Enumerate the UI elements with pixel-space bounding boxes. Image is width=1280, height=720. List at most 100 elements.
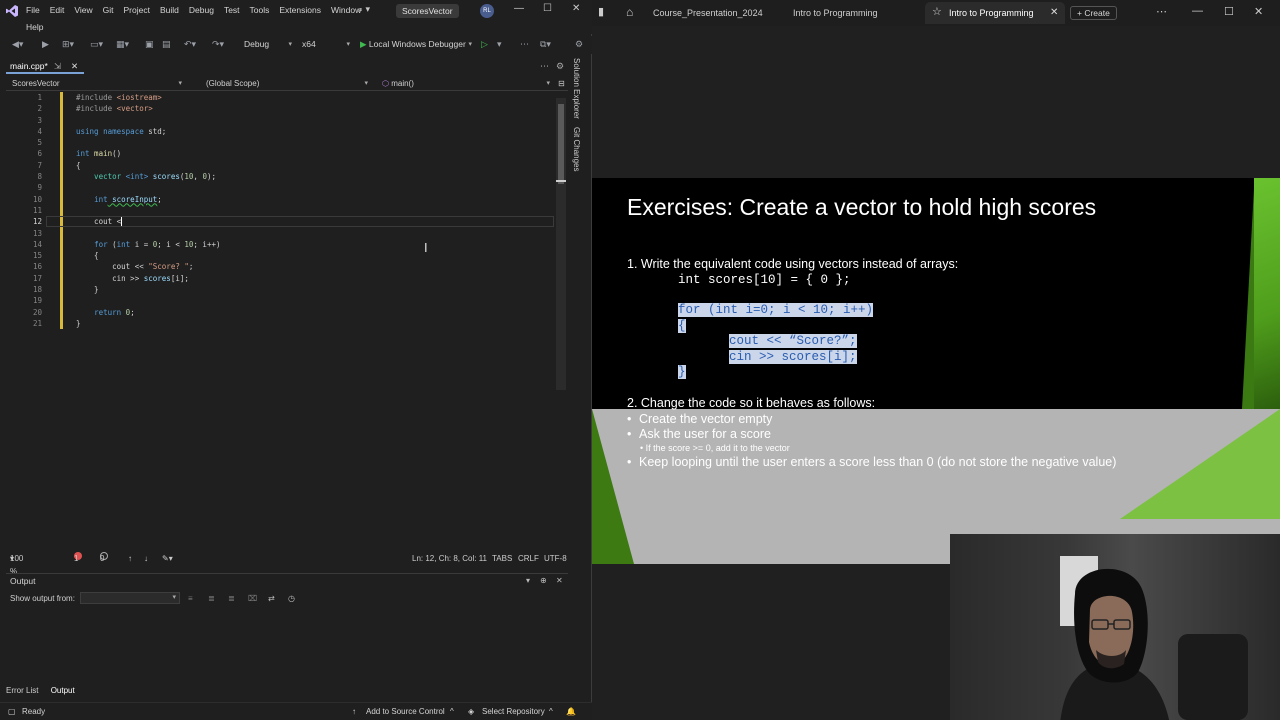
menu-window[interactable]: Window [331,5,361,15]
line-numbers: 1 2 3 4 5 6 7 8 9 10 11 12 13 14 15 16 1… [6,92,42,329]
menu-file[interactable]: File [26,5,40,15]
editor-scrollbar[interactable] [556,98,566,390]
menu-git[interactable]: Git [103,5,114,15]
line-endings[interactable]: CRLF [518,552,539,565]
scrollbar-thumb[interactable] [558,104,564,184]
chevron-down-icon: ▾ [178,80,182,87]
menu-debug[interactable]: Debug [189,5,214,15]
cursor-position[interactable]: Ln: 12, Ch: 8, Col: 11 [412,552,487,565]
selected-code-line[interactable]: { [678,319,686,333]
project-dropdown[interactable]: ScoresVector ▾ [6,78,186,91]
run-debugger-button[interactable]: ▶ Local Windows Debugger ▾ [356,38,474,51]
toolbar-overflow-icon[interactable]: ⋯ [520,39,529,50]
split-icon[interactable]: ⊟ [558,78,565,91]
home-icon[interactable]: ⌂ [626,5,633,19]
selected-code-line[interactable]: } [678,365,686,379]
member-dropdown[interactable]: ⬡ main() ▾ [382,78,554,91]
output-source-select[interactable]: ▾ [80,592,180,604]
selected-code-line[interactable]: for (int i=0; i < 10; i++) [678,303,874,317]
solution-explorer-tab[interactable]: Solution Explorer [572,58,581,119]
code-line: using namespace std; [76,126,167,136]
menu-tools[interactable]: Tools [250,5,270,15]
tab-output[interactable]: Output [51,686,75,695]
more-icon[interactable]: ⋯ [1156,5,1167,18]
menu-help[interactable]: Help [26,22,43,32]
output-panel: Output ▾ ⊕ ✕ Show output from: ▾ ≡ ≣ ≣ ⌧… [6,573,568,683]
back-icon[interactable]: ◀▾ [12,39,23,50]
menu-build[interactable]: Build [160,5,179,15]
redo-icon[interactable]: ↷▾ [212,39,224,50]
chevron-down-icon: ▾ [346,41,350,48]
pin-icon[interactable]: ⊕ [540,576,547,585]
menu-test[interactable]: Test [224,5,240,15]
chevron-down-icon[interactable]: ▾ [526,576,530,585]
minimize-icon[interactable]: — [1192,5,1203,17]
close-icon[interactable]: ✕ [572,3,580,14]
toolbar-more-icon[interactable]: ▾ [497,39,502,50]
close-icon[interactable]: ✕ [556,576,563,585]
visual-studio-window: File Edit View Git Project Build Debug T… [0,0,592,720]
indent-mode[interactable]: TABS [492,552,512,565]
selected-code-line[interactable]: cout << “Score?”; [729,334,857,348]
code-editor[interactable]: 1 2 3 4 5 6 7 8 9 10 11 12 13 14 15 16 1… [6,92,568,547]
next-message-icon[interactable]: ≣ [228,594,235,603]
sidebar-toggle-icon[interactable]: ▮ [598,5,604,18]
selected-code-line[interactable]: cin >> scores[i]; [729,350,857,364]
zoom-level[interactable]: 100 % ▾ [10,552,23,576]
avatar[interactable]: RL [480,4,494,18]
maximize-icon[interactable]: ☐ [1224,5,1234,18]
line-number: 7 [37,160,42,170]
save-icon[interactable]: ▣ [145,39,154,50]
word-wrap-icon[interactable]: ⇄ [268,594,275,603]
tab-main-cpp[interactable]: main.cpp* ⇲ ✕ [6,60,84,74]
git-changes-tab[interactable]: Git Changes [572,127,581,171]
close-icon[interactable]: ✕ [71,60,78,73]
forward-icon[interactable]: ▶ [42,39,49,50]
menu-extensions[interactable]: Extensions [279,5,321,15]
create-button[interactable]: + Create [1070,6,1117,20]
undo-icon[interactable]: ↶▾ [184,39,196,50]
tab-list-icon[interactable]: ⋯ [540,61,549,72]
browser-tab[interactable]: Intro to Programming [787,2,917,24]
minimize-icon[interactable]: — [514,3,524,14]
line-number: 14 [32,239,42,249]
close-icon[interactable]: ✕ [1050,2,1058,24]
platform-dropdown[interactable]: x64 ▾ [298,38,352,51]
code-line-current: cout < [76,217,123,227]
maximize-icon[interactable]: ☐ [543,3,552,14]
scope-dropdown[interactable]: (Global Scope) ▾ [206,78,372,91]
new-item-icon[interactable]: ▭▾ [90,39,103,50]
add-source-control-button[interactable]: Add to Source Control [366,703,445,720]
search-icon[interactable]: ⌕ ▾ [358,4,370,15]
live-share-icon[interactable]: ⧉▾ [540,39,551,50]
menu-project[interactable]: Project [124,5,150,15]
next-issue-icon[interactable]: ↓ [144,552,148,565]
clear-all-icon[interactable]: ⌧ [248,594,257,603]
prev-message-icon[interactable]: ≣ [208,594,215,603]
browser-tab-active[interactable]: Intro to Programming [925,2,1065,24]
gear-icon[interactable]: ⚙ [556,61,564,72]
save-all-icon[interactable]: ▤ [162,39,171,50]
find-message-icon[interactable]: ≡ [188,594,193,603]
encoding[interactable]: UTF-8 [544,552,567,565]
tab-error-list[interactable]: Error List [6,686,38,695]
browser-tab[interactable]: Course_Presentation_2024 [647,2,777,24]
bell-icon[interactable]: 🔔 [566,703,576,720]
config-dropdown[interactable]: Debug ▾ [240,38,294,51]
pin-icon[interactable]: ⇲ [54,60,61,73]
cleanup-icon[interactable]: ✎▾ [162,552,173,565]
start-without-debugging-icon[interactable]: ▷ [481,39,488,50]
close-window-icon[interactable]: ✕ [1254,5,1263,18]
new-project-icon[interactable]: ⊞▾ [62,39,74,50]
prev-issue-icon[interactable]: ↑ [128,552,132,565]
menu-view[interactable]: View [74,5,92,15]
menu-edit[interactable]: Edit [50,5,65,15]
code-lines[interactable]: #include <iostream> #include <vector> us… [76,92,546,329]
sub-bullet-item: • If the score >= 0, add it to the vecto… [640,443,790,453]
settings-icon[interactable]: ⚙ [575,39,583,50]
select-repository-button[interactable]: Select Repository [482,703,545,720]
clock-icon[interactable]: ◷ [288,594,295,603]
slide-green-accent [1120,409,1280,519]
tab-label: main.cpp* [10,61,48,71]
open-folder-icon[interactable]: ▦▾ [116,39,129,50]
